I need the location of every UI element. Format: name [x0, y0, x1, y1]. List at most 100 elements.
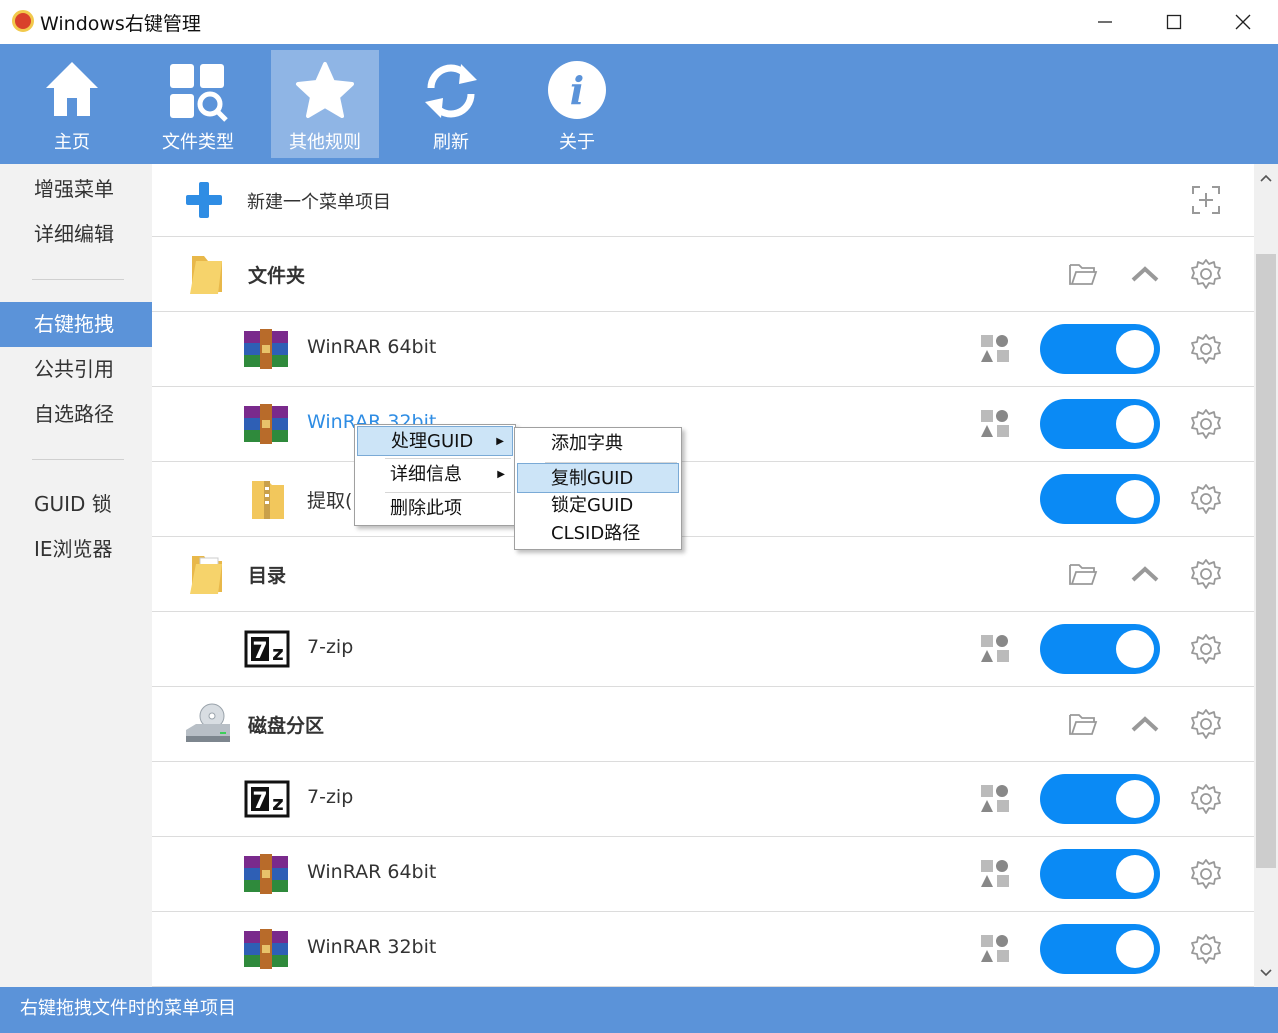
- close-icon: [1235, 14, 1251, 30]
- enable-toggle[interactable]: [1040, 474, 1160, 524]
- chevron-down-icon: [1260, 969, 1272, 977]
- chevron-up-icon: [1260, 174, 1272, 182]
- sidebar-item-enhanced-menu[interactable]: 增强菜单: [0, 167, 152, 212]
- new-item-row[interactable]: 新建一个菜单项目: [152, 164, 1254, 237]
- sidebar-item-detail-edit[interactable]: 详细编辑: [0, 212, 152, 257]
- zip-folder-icon: [252, 481, 284, 519]
- vertical-scrollbar[interactable]: [1254, 164, 1278, 987]
- enable-toggle[interactable]: [1040, 624, 1160, 674]
- shapes-icon[interactable]: [980, 634, 1010, 664]
- menu-item-clsid-path[interactable]: CLSID路径: [517, 519, 679, 549]
- menu-divider: [385, 492, 511, 493]
- minimize-button[interactable]: [1070, 0, 1140, 44]
- tool-home-label: 主页: [54, 132, 90, 153]
- close-button[interactable]: [1208, 0, 1278, 44]
- shapes-icon[interactable]: [980, 859, 1010, 889]
- tool-file-types-label: 文件类型: [162, 132, 234, 153]
- group-row-folder[interactable]: 文件夹: [152, 237, 1254, 312]
- list-item[interactable]: 7 z 7-zip: [152, 762, 1254, 837]
- add-frame-icon[interactable]: [1190, 184, 1222, 216]
- group-row-directory[interactable]: 目录: [152, 537, 1254, 612]
- sidebar-item-ie-browser[interactable]: IE浏览器: [0, 527, 152, 572]
- submenu-arrow-icon: ▶: [496, 436, 504, 447]
- enable-toggle[interactable]: [1040, 774, 1160, 824]
- list-item[interactable]: WinRAR 32bit: [152, 387, 1254, 462]
- toggle-knob: [1116, 330, 1154, 368]
- app-icon: [12, 10, 34, 32]
- gear-icon[interactable]: [1190, 933, 1222, 965]
- gear-icon[interactable]: [1190, 858, 1222, 890]
- menu-item-label: 处理GUID: [391, 431, 474, 452]
- tool-home[interactable]: 主页: [18, 50, 126, 158]
- gear-icon[interactable]: [1190, 708, 1222, 740]
- sidebar-item-drag-menu[interactable]: 右键拖拽: [0, 302, 152, 347]
- list-item[interactable]: WinRAR 32bit: [152, 912, 1254, 987]
- toggle-knob: [1116, 930, 1154, 968]
- gear-icon[interactable]: [1190, 783, 1222, 815]
- shapes-icon[interactable]: [980, 409, 1010, 439]
- list-item[interactable]: WinRAR 64bit: [152, 837, 1254, 912]
- gear-icon[interactable]: [1190, 633, 1222, 665]
- menu-item-copy-guid[interactable]: 复制GUID: [517, 463, 679, 493]
- sidebar-item-guid-lock[interactable]: GUID 锁: [0, 482, 152, 527]
- list-item[interactable]: WinRAR 64bit: [152, 312, 1254, 387]
- menu-item-handle-guid[interactable]: 处理GUID ▶: [357, 426, 513, 456]
- shapes-icon[interactable]: [980, 784, 1010, 814]
- menu-item-add-dictionary[interactable]: 添加字典: [517, 429, 679, 459]
- tool-other-rules[interactable]: 其他规则: [271, 50, 379, 158]
- tool-file-types[interactable]: 文件类型: [144, 50, 252, 158]
- menu-item-lock-guid[interactable]: 锁定GUID: [517, 491, 679, 521]
- winrar-icon: [244, 329, 288, 369]
- enable-toggle[interactable]: [1040, 324, 1160, 374]
- status-bar: 右键拖拽文件时的菜单项目: [0, 987, 1278, 1033]
- menu-item-details[interactable]: 详细信息 ▶: [357, 460, 513, 490]
- tool-refresh-label: 刷新: [433, 132, 469, 153]
- maximize-button[interactable]: [1139, 0, 1209, 44]
- winrar-icon: [244, 404, 288, 444]
- menu-item-label: 删除此项: [390, 498, 462, 519]
- open-folder-icon[interactable]: [1068, 710, 1098, 738]
- winrar-icon: [244, 854, 288, 894]
- chevron-up-icon[interactable]: [1130, 260, 1160, 288]
- gear-icon[interactable]: [1190, 483, 1222, 515]
- refresh-icon: [425, 64, 477, 118]
- scroll-up-button[interactable]: [1254, 166, 1278, 190]
- shapes-icon[interactable]: [980, 334, 1010, 364]
- gear-icon[interactable]: [1190, 558, 1222, 590]
- context-menu: 处理GUID ▶ 详细信息 ▶ 删除此项: [354, 424, 516, 526]
- menu-item-delete[interactable]: 删除此项: [357, 494, 513, 524]
- scroll-down-button[interactable]: [1254, 961, 1278, 985]
- list-item[interactable]: 提取(E): [152, 462, 1254, 537]
- scroll-thumb[interactable]: [1256, 254, 1276, 868]
- svg-text:7: 7: [252, 639, 267, 664]
- enable-toggle[interactable]: [1040, 849, 1160, 899]
- item-label: WinRAR 64bit: [307, 336, 437, 358]
- group-row-disk[interactable]: 磁盘分区: [152, 687, 1254, 762]
- sidebar-item-custom-path[interactable]: 自选路径: [0, 392, 152, 437]
- toggle-knob: [1116, 480, 1154, 518]
- group-label: 目录: [248, 565, 287, 587]
- item-label: WinRAR 32bit: [307, 936, 437, 958]
- new-item-label: 新建一个菜单项目: [247, 192, 391, 213]
- toggle-knob: [1116, 405, 1154, 443]
- tool-refresh[interactable]: 刷新: [397, 50, 505, 158]
- sidebar-item-public-refs[interactable]: 公共引用: [0, 347, 152, 392]
- enable-toggle[interactable]: [1040, 399, 1160, 449]
- chevron-up-icon[interactable]: [1130, 560, 1160, 588]
- gear-icon[interactable]: [1190, 408, 1222, 440]
- chevron-up-icon[interactable]: [1130, 710, 1160, 738]
- shapes-icon[interactable]: [980, 934, 1010, 964]
- svg-text:7: 7: [252, 789, 267, 814]
- list-item[interactable]: 7 z 7-zip: [152, 612, 1254, 687]
- info-icon: i: [548, 61, 606, 119]
- folder-icon: [190, 256, 222, 294]
- tool-about[interactable]: i 关于: [523, 50, 631, 158]
- gear-icon[interactable]: [1190, 333, 1222, 365]
- enable-toggle[interactable]: [1040, 924, 1160, 974]
- file-types-icon: [170, 64, 228, 122]
- gear-icon[interactable]: [1190, 258, 1222, 290]
- toolbar: 主页 文件类型 其他规则 刷新 i 关于: [0, 44, 1278, 164]
- open-folder-icon[interactable]: [1068, 560, 1098, 588]
- open-folder-icon[interactable]: [1068, 260, 1098, 288]
- toggle-knob: [1116, 780, 1154, 818]
